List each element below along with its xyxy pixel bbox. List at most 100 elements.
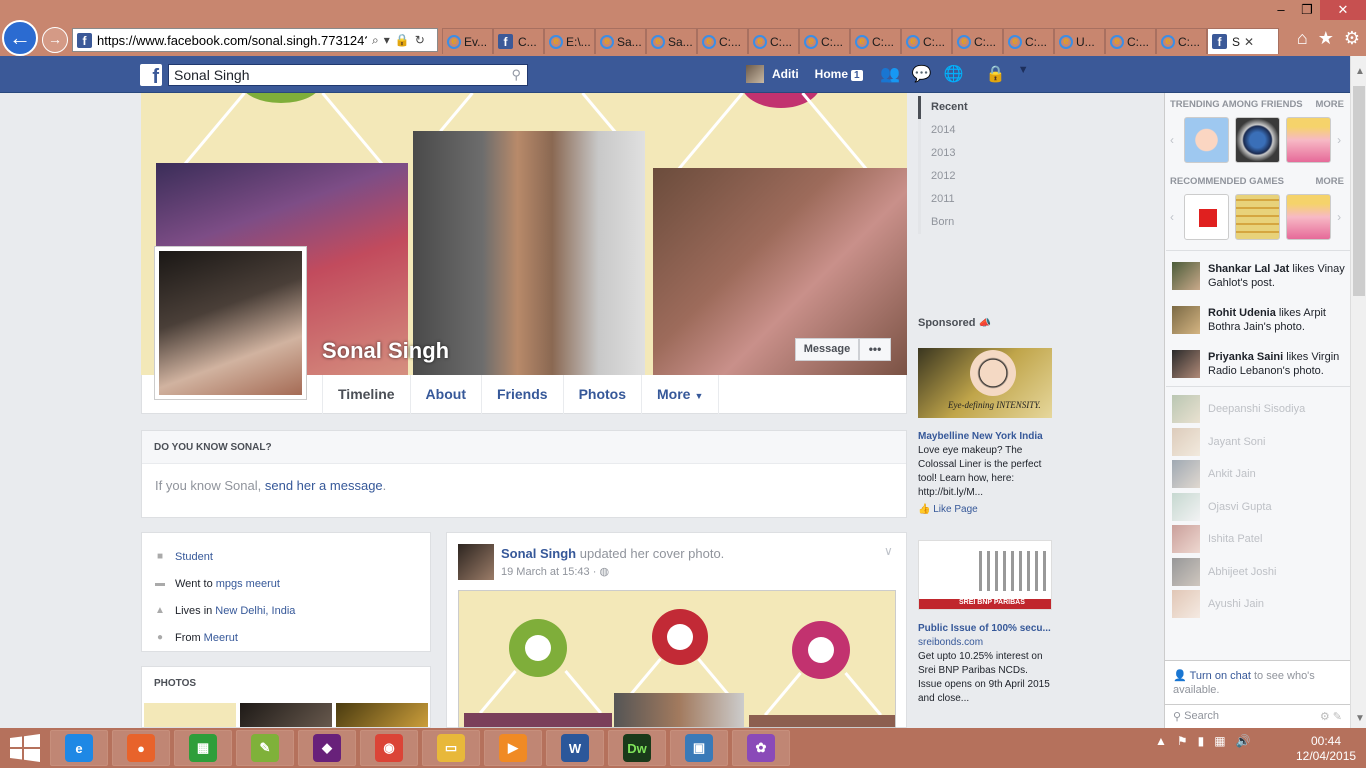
chat-friend-item[interactable]: Abhijeet Joshi: [1172, 557, 1277, 586]
post-timestamp[interactable]: 19 March at 15:43 ·: [501, 566, 599, 578]
browser-tab[interactable]: e U...: [1054, 28, 1105, 54]
message-button[interactable]: Message: [795, 338, 859, 361]
profile-picture[interactable]: [154, 246, 307, 400]
taskbar-app-button[interactable]: W: [546, 730, 604, 766]
close-tab-icon[interactable]: ✕: [1244, 35, 1254, 49]
chat-friend-item[interactable]: Jayant Soni: [1172, 427, 1265, 456]
chat-settings-gear-icon[interactable]: ⚙ ✎: [1320, 710, 1342, 723]
maximize-button[interactable]: ❐: [1294, 0, 1320, 20]
search-icon[interactable]: ⚲: [511, 67, 521, 83]
send-message-link[interactable]: send her a message: [265, 478, 383, 493]
facebook-logo[interactable]: f: [140, 64, 162, 86]
network-icon[interactable]: ▦: [1214, 734, 1225, 748]
ticker-item[interactable]: Rohit Udenia likes Arpit Bothra Jain's p…: [1172, 306, 1346, 334]
ad-title[interactable]: Maybelline New York India: [918, 430, 1052, 444]
chevron-left-icon[interactable]: ‹: [1170, 133, 1178, 147]
address-bar[interactable]: f https://www.facebook.com/sonal.singh.7…: [72, 28, 438, 52]
more-options-button[interactable]: •••: [859, 338, 891, 361]
home-link[interactable]: Home 1: [815, 67, 863, 81]
photo-thumbnail[interactable]: [336, 703, 428, 727]
ticker-item[interactable]: Priyanka Saini likes Virgin Radio Lebano…: [1172, 350, 1346, 378]
year-born[interactable]: Born: [918, 211, 1038, 234]
browser-tab[interactable]: e C:...: [697, 28, 748, 54]
game-tile[interactable]: [1183, 194, 1229, 240]
settings-gear-icon[interactable]: ⚙: [1344, 28, 1360, 49]
year-2013[interactable]: 2013: [918, 142, 1038, 165]
school-link[interactable]: mpgs meerut: [216, 578, 280, 590]
chat-friend-item[interactable]: Ayushi Jain: [1172, 590, 1264, 618]
turn-on-chat-link[interactable]: Turn on chat: [1190, 670, 1251, 682]
back-button[interactable]: ←: [2, 20, 38, 56]
year-2011[interactable]: 2011: [918, 188, 1038, 211]
dropdown-icon[interactable]: ▾: [384, 33, 390, 47]
chevron-right-icon[interactable]: ›: [1337, 210, 1345, 224]
browser-tab[interactable]: e E:\...: [544, 28, 595, 54]
game-tile[interactable]: [1286, 194, 1332, 240]
page-scrollbar[interactable]: ▲ ▼: [1350, 56, 1366, 728]
scroll-up-arrow-icon[interactable]: ▲: [1355, 66, 1365, 77]
chat-friend-item[interactable]: Ankit Jain: [1172, 460, 1256, 488]
taskbar-app-button[interactable]: ◉: [360, 730, 418, 766]
forward-button[interactable]: →: [42, 27, 68, 53]
taskbar-app-button[interactable]: ●: [112, 730, 170, 766]
user-avatar[interactable]: [746, 65, 764, 83]
taskbar-app-button[interactable]: Dw: [608, 730, 666, 766]
user-name-link[interactable]: Aditi: [772, 67, 799, 81]
friend-requests-icon[interactable]: 👥: [880, 64, 900, 84]
privacy-lock-icon[interactable]: 🔒: [986, 64, 1006, 84]
game-tile[interactable]: [1183, 117, 1229, 163]
year-2014[interactable]: 2014: [918, 119, 1038, 142]
messages-icon[interactable]: 💬: [912, 64, 932, 84]
chevron-left-icon[interactable]: ‹: [1170, 210, 1178, 224]
browser-tab[interactable]: e C:...: [799, 28, 850, 54]
facebook-search-input[interactable]: Sonal Singh ⚲: [168, 64, 528, 86]
ticker-item[interactable]: Shankar Lal Jat likes Vinay Gahlot's pos…: [1172, 262, 1346, 290]
taskbar-app-button[interactable]: ✿: [732, 730, 790, 766]
chevron-right-icon[interactable]: ›: [1337, 133, 1345, 147]
browser-tab[interactable]: e C:...: [952, 28, 1003, 54]
ad-title[interactable]: Public Issue of 100% secu...: [918, 622, 1052, 636]
chat-search-input[interactable]: ⚲ Search ⚙ ✎: [1165, 704, 1350, 728]
post-options-chevron-icon[interactable]: ∨: [884, 544, 893, 558]
profile-name[interactable]: Sonal Singh: [322, 338, 449, 364]
more-link[interactable]: MORE: [1316, 176, 1345, 187]
tab-timeline[interactable]: Timeline: [322, 375, 410, 414]
chat-friend-item[interactable]: Ojasvi Gupta: [1172, 492, 1272, 521]
taskbar-clock[interactable]: 00:44 12/04/2015: [1296, 734, 1356, 764]
more-link[interactable]: MORE: [1316, 99, 1345, 110]
refresh-icon[interactable]: ↻: [415, 33, 425, 47]
home-icon[interactable]: ⌂: [1297, 28, 1308, 49]
game-tile[interactable]: [1286, 117, 1332, 163]
like-page-link[interactable]: 👍 Like Page: [918, 503, 1052, 517]
flag-icon[interactable]: ⚑: [1177, 734, 1188, 748]
post-author-link[interactable]: Sonal Singh: [501, 546, 576, 561]
browser-tab-active[interactable]: f S ✕: [1207, 28, 1279, 54]
taskbar-app-button[interactable]: ▦: [174, 730, 232, 766]
hometown-link[interactable]: Meerut: [204, 632, 238, 644]
browser-tab[interactable]: e C:...: [1003, 28, 1054, 54]
game-tile[interactable]: [1234, 117, 1281, 163]
student-link[interactable]: Student: [175, 551, 213, 563]
volume-icon[interactable]: 🔊: [1236, 734, 1251, 748]
favorites-star-icon[interactable]: ★: [1318, 28, 1334, 49]
tab-photos[interactable]: Photos: [562, 375, 641, 414]
battery-icon[interactable]: ▮: [1198, 734, 1205, 748]
account-menu-icon[interactable]: ▼: [1018, 64, 1029, 84]
year-recent[interactable]: Recent: [918, 96, 1038, 119]
city-link[interactable]: New Delhi, India: [215, 605, 295, 617]
notifications-globe-icon[interactable]: 🌐: [944, 64, 964, 84]
year-2012[interactable]: 2012: [918, 165, 1038, 188]
browser-tab[interactable]: e C:...: [748, 28, 799, 54]
browser-tab[interactable]: e C:...: [901, 28, 952, 54]
taskbar-app-button[interactable]: ◆: [298, 730, 356, 766]
ad-image-maybelline[interactable]: Eye-defining INTENSITY.: [918, 348, 1052, 418]
search-icon[interactable]: ⌕: [372, 33, 379, 48]
browser-tab[interactable]: f C...: [493, 28, 544, 54]
scroll-down-arrow-icon[interactable]: ▼: [1355, 713, 1365, 724]
chat-friend-item[interactable]: Ishita Patel: [1172, 525, 1262, 553]
browser-tab[interactable]: e C:...: [850, 28, 901, 54]
ad-image-srei[interactable]: SREI BNP PARIBAS: [918, 540, 1052, 610]
photo-thumbnail[interactable]: [240, 703, 332, 727]
megaphone-icon[interactable]: 📣: [979, 318, 991, 329]
browser-tab[interactable]: e C:...: [1156, 28, 1207, 54]
